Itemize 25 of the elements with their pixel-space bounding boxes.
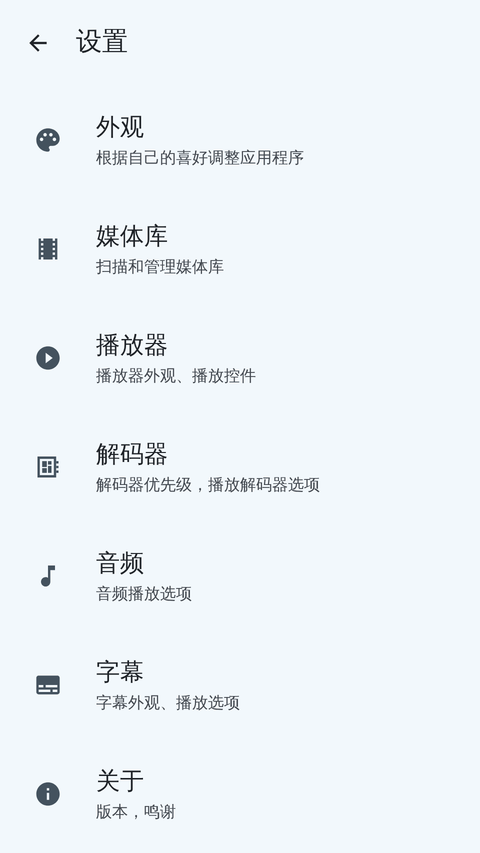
page-title: 设置 [76, 26, 128, 59]
item-subtitle: 音频播放选项 [96, 584, 192, 604]
item-title: 外观 [96, 112, 145, 142]
play-icon [34, 344, 62, 372]
item-title: 播放器 [96, 330, 169, 360]
settings-item[interactable]: 音频 音频播放选项 [0, 521, 480, 630]
item-subtitle: 播放器外观、播放控件 [96, 366, 256, 386]
settings-item[interactable]: 字幕 字幕外观、播放选项 [0, 630, 480, 739]
item-subtitle: 扫描和管理媒体库 [96, 256, 224, 276]
settings-item[interactable]: 解码器 解码器优先级，播放解码器选项 [0, 412, 480, 521]
settings-item[interactable]: 外观 根据自己的喜好调整应用程序 [0, 85, 480, 194]
settings-item[interactable]: 播放器 播放器外观、播放控件 [0, 303, 480, 412]
item-subtitle: 根据自己的喜好调整应用程序 [96, 148, 304, 168]
item-subtitle: 解码器优先级，播放解码器选项 [96, 474, 320, 494]
item-title: 解码器 [96, 438, 169, 468]
item-title: 字幕 [96, 656, 145, 686]
info-icon [34, 780, 62, 808]
item-title: 关于 [96, 766, 145, 796]
item-subtitle: 字幕外观、播放选项 [96, 692, 240, 712]
settings-item[interactable]: 媒体库 扫描和管理媒体库 [0, 194, 480, 303]
item-subtitle: 版本，鸣谢 [96, 802, 176, 822]
item-title: 音频 [96, 548, 145, 578]
settings-item[interactable]: 关于 版本，鸣谢 [0, 739, 480, 848]
palette-icon [34, 126, 62, 154]
item-title: 媒体库 [96, 220, 169, 250]
